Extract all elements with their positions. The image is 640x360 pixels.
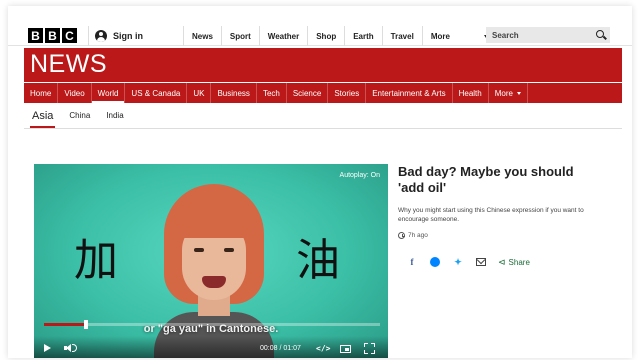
main-nav-item-tech[interactable]: Tech	[257, 83, 287, 103]
autoplay-toggle[interactable]: Autoplay: On	[340, 172, 380, 179]
top-nav-more-button[interactable]: More	[421, 26, 496, 46]
main-nav-item-health[interactable]: Health	[453, 83, 489, 103]
top-nav-item-travel[interactable]: Travel	[381, 26, 422, 46]
search-input[interactable]: Search	[486, 27, 610, 43]
logo-letter: B	[28, 28, 43, 43]
top-nav-item-weather[interactable]: Weather	[258, 26, 307, 46]
logo-letter: B	[45, 28, 60, 43]
article-meta: 7h ago	[398, 232, 588, 239]
fullscreen-icon[interactable]	[364, 343, 375, 354]
article-timestamp: 7h ago	[408, 232, 428, 239]
messenger-icon[interactable]	[430, 257, 440, 267]
sub-nav-item-india[interactable]: India	[98, 103, 131, 128]
main-nav-item-business[interactable]: Business	[211, 83, 257, 103]
share-label: Share	[508, 257, 530, 267]
sub-nav-item-asia[interactable]: Asia	[24, 103, 61, 128]
video-progress-bar[interactable]	[44, 320, 380, 329]
more-label: More	[430, 31, 450, 41]
main-nav-item-video[interactable]: Video	[58, 83, 92, 103]
chinese-character-left: 加	[74, 235, 118, 286]
article-summary-text: Why you might start using this Chinese e…	[398, 207, 584, 223]
volume-wave-icon	[72, 344, 77, 352]
play-icon[interactable]	[44, 344, 51, 352]
bbc-logo[interactable]: B B C	[28, 28, 77, 43]
top-nav-item-earth[interactable]: Earth	[344, 26, 381, 46]
share-button[interactable]: ⊲ Share	[498, 257, 530, 268]
chevron-down-icon	[516, 91, 521, 95]
video-controls: 00:08 / 01:07 </>	[34, 336, 388, 358]
chinese-character-right: 油	[296, 235, 340, 286]
sign-in-link[interactable]: Sign in	[88, 26, 143, 46]
main-nav-more-button[interactable]: More	[489, 83, 528, 103]
main-nav-item-world[interactable]: World	[91, 83, 126, 103]
main-nav-item-stories[interactable]: Stories	[328, 83, 367, 103]
main-nav: Home Video World US & Canada UK Business…	[24, 83, 622, 103]
search-placeholder: Search	[492, 30, 519, 40]
email-icon[interactable]	[476, 258, 486, 266]
article-summary: Bad day? Maybe you should 'add oil' Why …	[398, 164, 588, 239]
twitter-icon[interactable]: ✦	[452, 256, 464, 268]
progress-fill	[44, 323, 85, 326]
embed-icon[interactable]: </>	[316, 344, 330, 353]
main-nav-item-science[interactable]: Science	[287, 83, 329, 103]
sign-in-label: Sign in	[113, 31, 143, 41]
top-bar: B B C Sign in News Sport Weather Shop Ea…	[8, 6, 632, 46]
video-player[interactable]: 加 油 Autoplay: On or "ga yau" in Cantones…	[34, 164, 388, 358]
top-nav-item-shop[interactable]: Shop	[307, 26, 344, 46]
main-nav-item-us-canada[interactable]: US & Canada	[125, 83, 188, 103]
picture-in-picture-icon[interactable]	[340, 345, 351, 353]
news-masthead: NEWS	[24, 48, 622, 82]
sub-nav: Asia China India	[24, 103, 622, 129]
clock-icon	[398, 232, 405, 239]
facebook-icon[interactable]: f	[406, 256, 418, 268]
main-nav-item-entertainment-arts[interactable]: Entertainment & Arts	[366, 83, 453, 103]
logo-letter: C	[62, 28, 77, 43]
top-nav-item-sport[interactable]: Sport	[220, 26, 259, 46]
main-nav-more-label: More	[494, 88, 513, 98]
main-nav-item-uk[interactable]: UK	[187, 83, 212, 103]
browser-frame: B B C Sign in News Sport Weather Shop Ea…	[8, 6, 632, 358]
progress-handle[interactable]	[84, 320, 89, 329]
news-title[interactable]: NEWS	[30, 50, 107, 79]
share-icon: ⊲	[498, 256, 506, 267]
user-icon	[95, 30, 107, 42]
share-bar: f ✦ ⊲ Share	[406, 256, 530, 268]
top-nav-item-news[interactable]: News	[183, 26, 221, 46]
article-headline[interactable]: Bad day? Maybe you should 'add oil'	[398, 164, 588, 196]
main-nav-item-home[interactable]: Home	[24, 83, 59, 103]
sub-nav-item-china[interactable]: China	[61, 103, 98, 128]
video-time: 00:08 / 01:07	[260, 345, 301, 352]
top-nav: News Sport Weather Shop Earth Travel Mor…	[183, 26, 496, 46]
search-icon[interactable]	[596, 30, 604, 38]
